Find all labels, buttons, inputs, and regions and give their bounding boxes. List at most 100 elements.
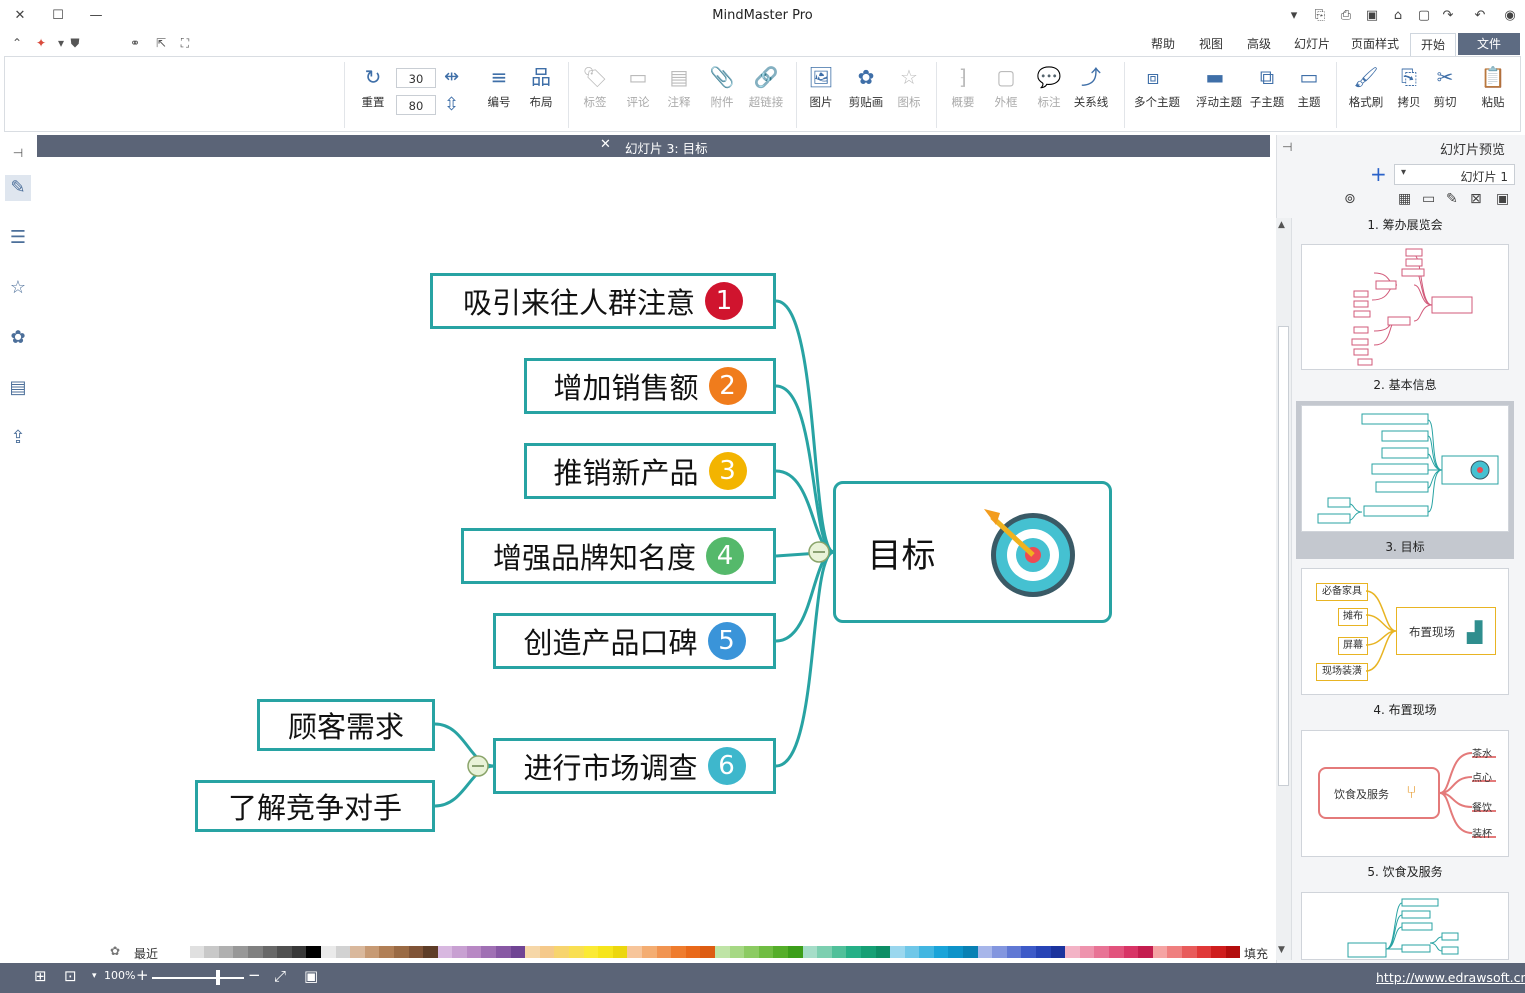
color-swatch[interactable]	[525, 946, 540, 958]
scrollbar-thumb[interactable]	[1278, 326, 1289, 786]
color-swatch[interactable]	[904, 946, 920, 958]
color-swatch[interactable]	[189, 946, 205, 958]
present-icon[interactable]: ⊚	[1344, 191, 1356, 207]
color-swatch[interactable]	[700, 946, 715, 958]
color-swatch[interactable]	[335, 946, 351, 958]
branch-topic-1[interactable]: 吸引来往人群注意 1	[430, 273, 776, 329]
color-swatch[interactable]	[466, 946, 482, 958]
color-swatch[interactable]	[933, 946, 949, 958]
color-swatch[interactable]	[320, 946, 336, 958]
color-swatch[interactable]	[1036, 946, 1051, 958]
color-swatch[interactable]	[510, 946, 526, 958]
slide-thumbnail[interactable]	[1301, 244, 1509, 370]
panel-scrollbar[interactable]: ▲ ▼	[1276, 218, 1292, 960]
color-swatch[interactable]	[802, 946, 818, 958]
page-icon[interactable]: ▭	[1422, 191, 1435, 207]
color-swatch[interactable]	[247, 946, 263, 958]
color-swatch[interactable]	[583, 946, 599, 958]
color-swatch[interactable]	[714, 946, 730, 958]
branch-topic-4[interactable]: 增强品牌知名度 4	[461, 528, 776, 584]
color-swatch[interactable]	[1152, 946, 1168, 958]
color-swatch[interactable]	[758, 946, 774, 958]
fit-page-icon[interactable]: ⊞	[34, 967, 47, 985]
color-swatch[interactable]	[656, 946, 672, 958]
color-swatch[interactable]	[408, 946, 424, 958]
branch-topic-5[interactable]: 创造产品口碑 5	[493, 613, 776, 669]
color-swatch[interactable]	[831, 946, 847, 958]
color-swatch[interactable]	[1021, 946, 1037, 958]
branch-topic-3[interactable]: 推销新产品 3	[524, 443, 776, 499]
color-swatch[interactable]	[948, 946, 964, 958]
color-swatch[interactable]	[1123, 946, 1139, 958]
color-swatch[interactable]	[1225, 946, 1241, 958]
presentation-icon[interactable]: ▣	[304, 967, 318, 985]
color-swatch[interactable]	[175, 946, 190, 958]
color-swatch[interactable]	[787, 946, 803, 958]
color-swatch[interactable]	[218, 946, 234, 958]
color-swatch[interactable]	[539, 946, 555, 958]
color-swatch[interactable]	[1138, 946, 1153, 958]
color-swatch[interactable]	[1006, 946, 1022, 958]
slide-thumbnail-selected[interactable]	[1301, 405, 1509, 532]
subtopic-node[interactable]: 了解竞争对手	[195, 780, 435, 832]
color-swatch[interactable]	[992, 946, 1007, 958]
color-swatch[interactable]	[890, 946, 905, 958]
color-swatch[interactable]	[204, 946, 219, 958]
color-swatch[interactable]	[744, 946, 759, 958]
slide-select[interactable]: ▾ 幻灯片 1	[1394, 164, 1515, 185]
color-swatch[interactable]	[612, 946, 628, 958]
color-swatch[interactable]	[846, 946, 861, 958]
color-swatch[interactable]	[1167, 946, 1182, 958]
color-swatch[interactable]	[729, 946, 745, 958]
color-swatch[interactable]	[1094, 946, 1109, 958]
central-topic[interactable]: 目标	[833, 481, 1112, 623]
slides-icon[interactable]: ▣	[1496, 191, 1509, 207]
website-link[interactable]: http://www.edrawsoft.cn	[1376, 970, 1525, 985]
color-swatch[interactable]	[233, 946, 248, 958]
color-swatch[interactable]	[1181, 946, 1197, 958]
color-swatch[interactable]	[554, 946, 570, 958]
color-swatch[interactable]	[496, 946, 511, 958]
color-swatch[interactable]	[977, 946, 993, 958]
color-swatch[interactable]	[1196, 946, 1212, 958]
zoom-slider[interactable]	[152, 977, 244, 979]
color-swatch[interactable]	[277, 946, 292, 958]
color-swatch[interactable]	[569, 946, 584, 958]
color-swatch[interactable]	[379, 946, 394, 958]
color-swatch[interactable]	[627, 946, 642, 958]
color-swatch[interactable]	[350, 946, 365, 958]
color-swatch[interactable]	[919, 946, 934, 958]
slide-thumbnail[interactable]: 饮食及服务 ⑂ 茶水 点心 餐饮 装杯	[1301, 730, 1509, 857]
color-swatch[interactable]	[1050, 946, 1066, 958]
color-swatch[interactable]	[393, 946, 409, 958]
color-swatch[interactable]	[1211, 946, 1226, 958]
palette-settings-icon[interactable]: ✿	[110, 944, 120, 958]
add-slide-icon[interactable]: +	[1370, 162, 1387, 186]
color-swatch[interactable]	[306, 946, 321, 958]
color-swatch[interactable]	[642, 946, 657, 958]
color-swatch[interactable]	[671, 946, 686, 958]
slide-thumbnail[interactable]	[1301, 892, 1509, 960]
color-swatch[interactable]	[598, 946, 613, 958]
branch-topic-6[interactable]: 进行市场调查 6	[493, 738, 776, 794]
color-swatch[interactable]	[685, 946, 701, 958]
subtopic-node[interactable]: 顾客需求	[257, 699, 435, 751]
color-swatch[interactable]	[481, 946, 497, 958]
expand-icon[interactable]: ⤢	[274, 967, 286, 985]
color-swatch[interactable]	[773, 946, 788, 958]
zoom-dropdown-icon[interactable]: ▾	[92, 971, 97, 981]
color-swatch[interactable]	[875, 946, 891, 958]
delete-icon[interactable]: ⊠	[1470, 191, 1482, 207]
zoom-slider-handle[interactable]	[216, 970, 220, 985]
color-swatch[interactable]	[860, 946, 876, 958]
slide-thumbnail[interactable]: 布置现场 ▟ 必备家具 摊布 屏幕 现场装潢	[1301, 568, 1509, 695]
color-swatch[interactable]	[1079, 946, 1095, 958]
branch-topic-2[interactable]: 增加销售额 2	[524, 358, 776, 414]
color-swatch[interactable]	[1065, 946, 1080, 958]
actual-size-icon[interactable]: ⊡	[64, 967, 77, 985]
color-swatch[interactable]	[452, 946, 467, 958]
pin-icon[interactable]: ⊣	[1282, 140, 1292, 154]
scroll-up-icon[interactable]: ▲	[1278, 220, 1285, 230]
color-swatch[interactable]	[262, 946, 278, 958]
color-swatch[interactable]	[364, 946, 380, 958]
